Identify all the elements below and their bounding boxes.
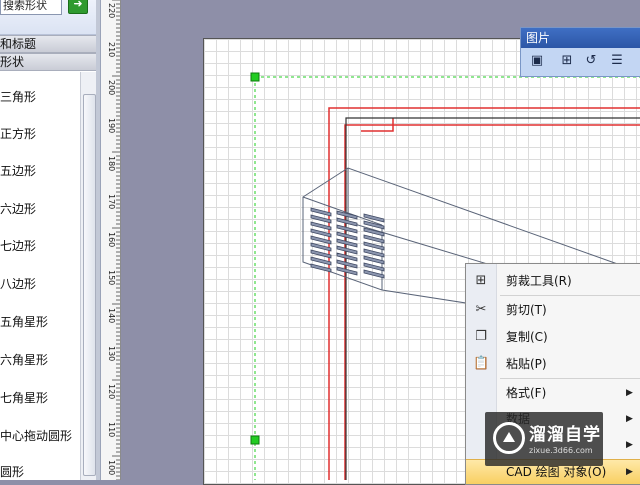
vent-slot bbox=[336, 231, 358, 241]
vent-slot bbox=[310, 249, 332, 259]
menu-item-cut[interactable]: ✂ 剪切(T) bbox=[466, 298, 640, 322]
menu-item-label: 剪切(T) bbox=[506, 303, 547, 317]
stencil-header-label: 和标题 bbox=[0, 37, 37, 51]
vent-slot bbox=[310, 228, 332, 238]
vent-slot bbox=[336, 252, 358, 262]
submenu-arrow-icon: ▶ bbox=[626, 440, 633, 450]
vent-slot bbox=[363, 255, 385, 265]
ruler-label: 200 bbox=[107, 80, 116, 96]
vent-slot bbox=[363, 234, 385, 244]
vertical-ruler: 220 210 200 190 180 170 160 150 140 130 … bbox=[101, 0, 121, 480]
ruler-label: 180 bbox=[107, 156, 116, 172]
ruler-label: 150 bbox=[107, 270, 116, 286]
ruler-label: 210 bbox=[107, 42, 116, 58]
watermark-logo: 溜溜自学 zixue.3d66.com bbox=[485, 412, 603, 466]
vent-slot bbox=[310, 214, 332, 224]
shape-item[interactable]: 六边形 bbox=[0, 199, 80, 219]
submenu-arrow-icon: ▶ bbox=[626, 414, 633, 424]
insert-picture-button[interactable]: ▣ bbox=[527, 51, 547, 71]
shape-item[interactable]: 圆形 bbox=[0, 462, 80, 482]
menu-item-paste[interactable]: 📋 粘贴(P) bbox=[466, 352, 640, 376]
selection-handle[interactable] bbox=[250, 435, 260, 445]
vent-slot bbox=[336, 259, 358, 269]
vent-slot bbox=[363, 213, 385, 223]
ruler-label: 160 bbox=[107, 232, 116, 248]
cut-icon: ✂ bbox=[475, 302, 487, 317]
vent-slot bbox=[363, 262, 385, 272]
paste-icon: 📋 bbox=[473, 356, 490, 371]
vent-slot bbox=[363, 248, 385, 258]
stencil-header-shapes[interactable]: 形状 bbox=[0, 53, 96, 71]
vent-slot bbox=[363, 269, 385, 279]
vent-slot bbox=[310, 207, 332, 217]
crop-icon: ⊞ bbox=[475, 273, 487, 288]
copy-icon: ❐ bbox=[475, 329, 487, 344]
stencil-header-label: 形状 bbox=[0, 55, 25, 69]
rotate-icon: ↺ bbox=[585, 53, 597, 68]
insert-picture-icon: ▣ bbox=[530, 53, 544, 68]
rotate-button[interactable]: ↺ bbox=[581, 51, 601, 71]
ruler-label: 110 bbox=[107, 422, 116, 438]
submenu-arrow-icon: ▶ bbox=[626, 388, 633, 398]
scrollbar-thumb[interactable] bbox=[83, 94, 96, 476]
menu-item-label: 粘贴(P) bbox=[506, 357, 547, 371]
ruler-label: 120 bbox=[107, 384, 116, 400]
ruler-label: 100 bbox=[107, 460, 116, 476]
picture-toolbar: 图片 ▣ ⊞ ↺ ☰ bbox=[520, 27, 640, 77]
vent-slot bbox=[310, 221, 332, 231]
submenu-arrow-icon: ▶ bbox=[626, 467, 633, 477]
menu-item-crop-tool[interactable]: ⊞ 剪裁工具(R) bbox=[466, 269, 640, 293]
vent-slot bbox=[336, 217, 358, 227]
watermark-brand: 溜溜自学 bbox=[529, 425, 601, 445]
menu-item-label: 剪裁工具(R) bbox=[506, 274, 572, 288]
selection-handle[interactable] bbox=[250, 72, 260, 82]
arrow-right-icon: ➜ bbox=[73, 0, 83, 10]
shape-search-bar: 搜索形状 ➜ bbox=[0, 0, 100, 35]
panel-splitter[interactable] bbox=[96, 0, 100, 480]
line-style-icon: ☰ bbox=[611, 53, 623, 68]
picture-toolbar-title[interactable]: 图片 bbox=[521, 28, 640, 48]
vent-slot bbox=[363, 241, 385, 251]
shape-search-input[interactable]: 搜索形状 bbox=[0, 0, 62, 15]
menu-item-label: 复制(C) bbox=[506, 330, 548, 344]
shape-item[interactable]: 中心拖动圆形 bbox=[0, 426, 80, 446]
shape-item[interactable]: 六角星形 bbox=[0, 350, 80, 370]
vent-slot bbox=[310, 256, 332, 266]
ruler-label: 190 bbox=[107, 118, 116, 134]
menu-separator bbox=[500, 378, 640, 379]
shape-item[interactable]: 七角星形 bbox=[0, 388, 80, 408]
vent-slot bbox=[363, 227, 385, 237]
play-logo-icon bbox=[493, 422, 525, 454]
vent-slot bbox=[336, 266, 358, 276]
line-style-button[interactable]: ☰ bbox=[607, 51, 627, 71]
vent-slot bbox=[310, 263, 332, 273]
menu-item-copy[interactable]: ❐ 复制(C) bbox=[466, 325, 640, 349]
menu-item-format[interactable]: 格式(F) ▶ bbox=[466, 381, 640, 405]
vent-slot bbox=[310, 242, 332, 252]
watermark-url: zixue.3d66.com bbox=[529, 446, 593, 455]
stencil-header-titles[interactable]: 和标题 bbox=[0, 35, 96, 53]
shape-item[interactable]: 五边形 bbox=[0, 161, 80, 181]
ruler-label: 170 bbox=[107, 194, 116, 210]
vent-slot bbox=[336, 245, 358, 255]
shape-item[interactable]: 七边形 bbox=[0, 236, 80, 256]
crop-button[interactable]: ⊞ bbox=[557, 51, 577, 71]
menu-separator bbox=[500, 295, 640, 296]
shapes-panel-scrollbar[interactable] bbox=[80, 72, 97, 480]
ruler-label: 220 bbox=[107, 3, 116, 19]
vent-slot bbox=[336, 238, 358, 248]
crop-icon: ⊞ bbox=[561, 53, 573, 68]
shape-item[interactable]: 三角形 bbox=[0, 87, 80, 107]
shape-item[interactable]: 正方形 bbox=[0, 124, 80, 144]
ruler-label: 140 bbox=[107, 308, 116, 324]
ruler-label: 130 bbox=[107, 346, 116, 362]
shapes-panel: 搜索形状 ➜ 和标题 形状 三角形 正方形 五边形 六边形 七边形 八边形 五角… bbox=[0, 0, 101, 480]
menu-item-label: 格式(F) bbox=[506, 386, 547, 400]
shape-item[interactable]: 五角星形 bbox=[0, 312, 80, 332]
search-go-button[interactable]: ➜ bbox=[68, 0, 88, 14]
vent-slot bbox=[310, 235, 332, 245]
shape-item[interactable]: 八边形 bbox=[0, 274, 80, 294]
vent-slot bbox=[336, 224, 358, 234]
